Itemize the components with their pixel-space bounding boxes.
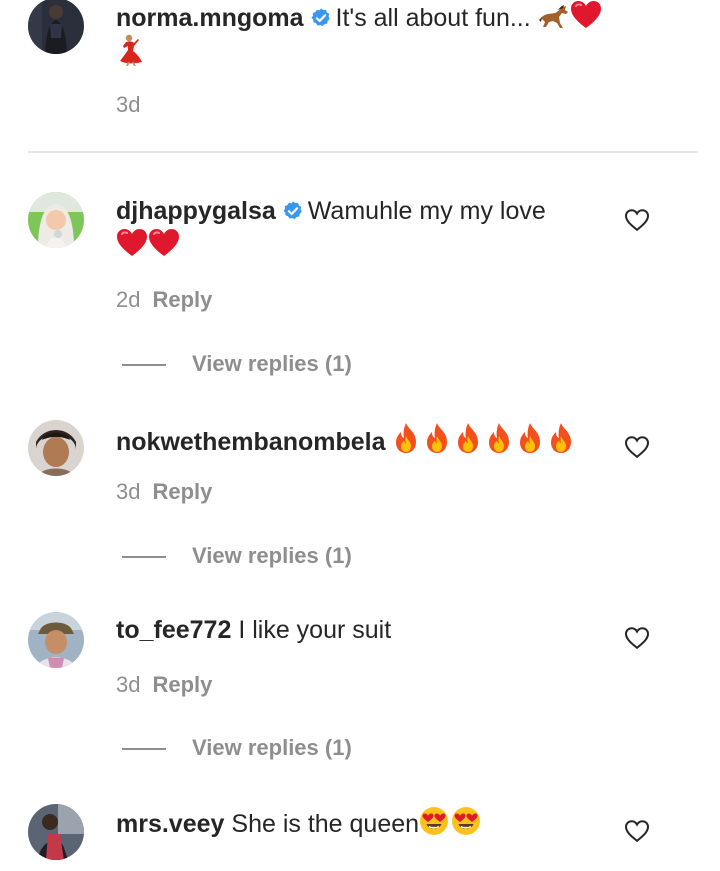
fire-emoji bbox=[423, 422, 451, 463]
comment-line: djhappygalsa Wamuhle my my love bbox=[116, 194, 606, 231]
comment-text: She is the queen bbox=[231, 810, 420, 838]
comment-username[interactable]: djhappygalsa bbox=[116, 197, 276, 225]
reply-button[interactable]: Reply bbox=[152, 287, 212, 312]
fire-emoji bbox=[516, 422, 544, 463]
red-heart-emoji bbox=[116, 228, 148, 263]
divider bbox=[28, 151, 698, 153]
comment-time: 3d bbox=[116, 479, 141, 504]
replies-line bbox=[122, 748, 166, 750]
comment-text: Wamuhle my my love bbox=[307, 197, 546, 225]
comment-username[interactable]: nokwethembanombela bbox=[116, 428, 386, 456]
comment-username[interactable]: to_fee772 bbox=[116, 616, 231, 644]
fire-emoji bbox=[485, 422, 513, 463]
dancer-emoji bbox=[116, 34, 146, 71]
heart-eyes-emoji bbox=[419, 806, 449, 845]
avatar[interactable] bbox=[28, 612, 84, 668]
comment-line: to_fee772 I like your suit bbox=[116, 613, 606, 647]
view-replies-label: View replies (1) bbox=[192, 351, 352, 376]
horse-emoji bbox=[538, 4, 570, 39]
avatar[interactable] bbox=[28, 0, 84, 54]
replies-line bbox=[122, 556, 166, 558]
fire-emoji bbox=[454, 422, 482, 463]
comment-item: to_fee772 I like your suit 3d Reply View … bbox=[0, 612, 720, 782]
caption-time: 3d bbox=[116, 92, 141, 117]
verified-badge-icon bbox=[282, 197, 304, 231]
view-replies-label: View replies (1) bbox=[192, 543, 352, 568]
avatar[interactable] bbox=[28, 192, 84, 248]
post-caption: norma.mngoma It's all about fun... 3d bbox=[0, 0, 720, 152]
comment-meta: 2d Reply bbox=[116, 285, 212, 315]
verified-badge-icon bbox=[310, 4, 332, 38]
comment-text: I like your suit bbox=[238, 616, 392, 644]
fire-emoji bbox=[547, 422, 575, 463]
comment-item: mrs.veey She is the queen bbox=[0, 804, 720, 871]
comment-line: mrs.veey She is the queen bbox=[116, 806, 606, 845]
reply-button[interactable]: Reply bbox=[152, 672, 212, 697]
avatar[interactable] bbox=[28, 804, 84, 860]
view-replies-label: View replies (1) bbox=[192, 735, 352, 760]
comment-time: 2d bbox=[116, 287, 141, 312]
reply-button[interactable]: Reply bbox=[152, 479, 212, 504]
fire-emoji bbox=[392, 422, 420, 463]
caption-username[interactable]: norma.mngoma bbox=[116, 4, 304, 32]
caption-text: It's all about fun... bbox=[335, 4, 531, 32]
heart-outline-icon[interactable] bbox=[624, 435, 650, 459]
comment-username[interactable]: mrs.veey bbox=[116, 810, 224, 838]
heart-outline-icon[interactable] bbox=[624, 208, 650, 232]
replies-line bbox=[122, 364, 166, 366]
comment-time: 3d bbox=[116, 672, 141, 697]
comment-line: nokwethembanombela bbox=[116, 422, 616, 463]
comment-meta: 3d Reply bbox=[116, 670, 212, 700]
heart-outline-icon[interactable] bbox=[624, 626, 650, 650]
red-heart-emoji bbox=[148, 228, 180, 263]
heart-eyes-emoji bbox=[451, 806, 481, 845]
avatar[interactable] bbox=[28, 420, 84, 476]
comment-item: nokwethembanombela 3d Reply View replies … bbox=[0, 420, 720, 590]
caption-line: norma.mngoma It's all about fun... bbox=[116, 0, 676, 39]
heart-outline-icon[interactable] bbox=[624, 819, 650, 843]
comment-meta: 3d Reply bbox=[116, 477, 212, 507]
red-heart-emoji bbox=[570, 0, 602, 39]
comment-item: djhappygalsa Wamuhle my my love 2d Reply V… bbox=[0, 192, 720, 392]
